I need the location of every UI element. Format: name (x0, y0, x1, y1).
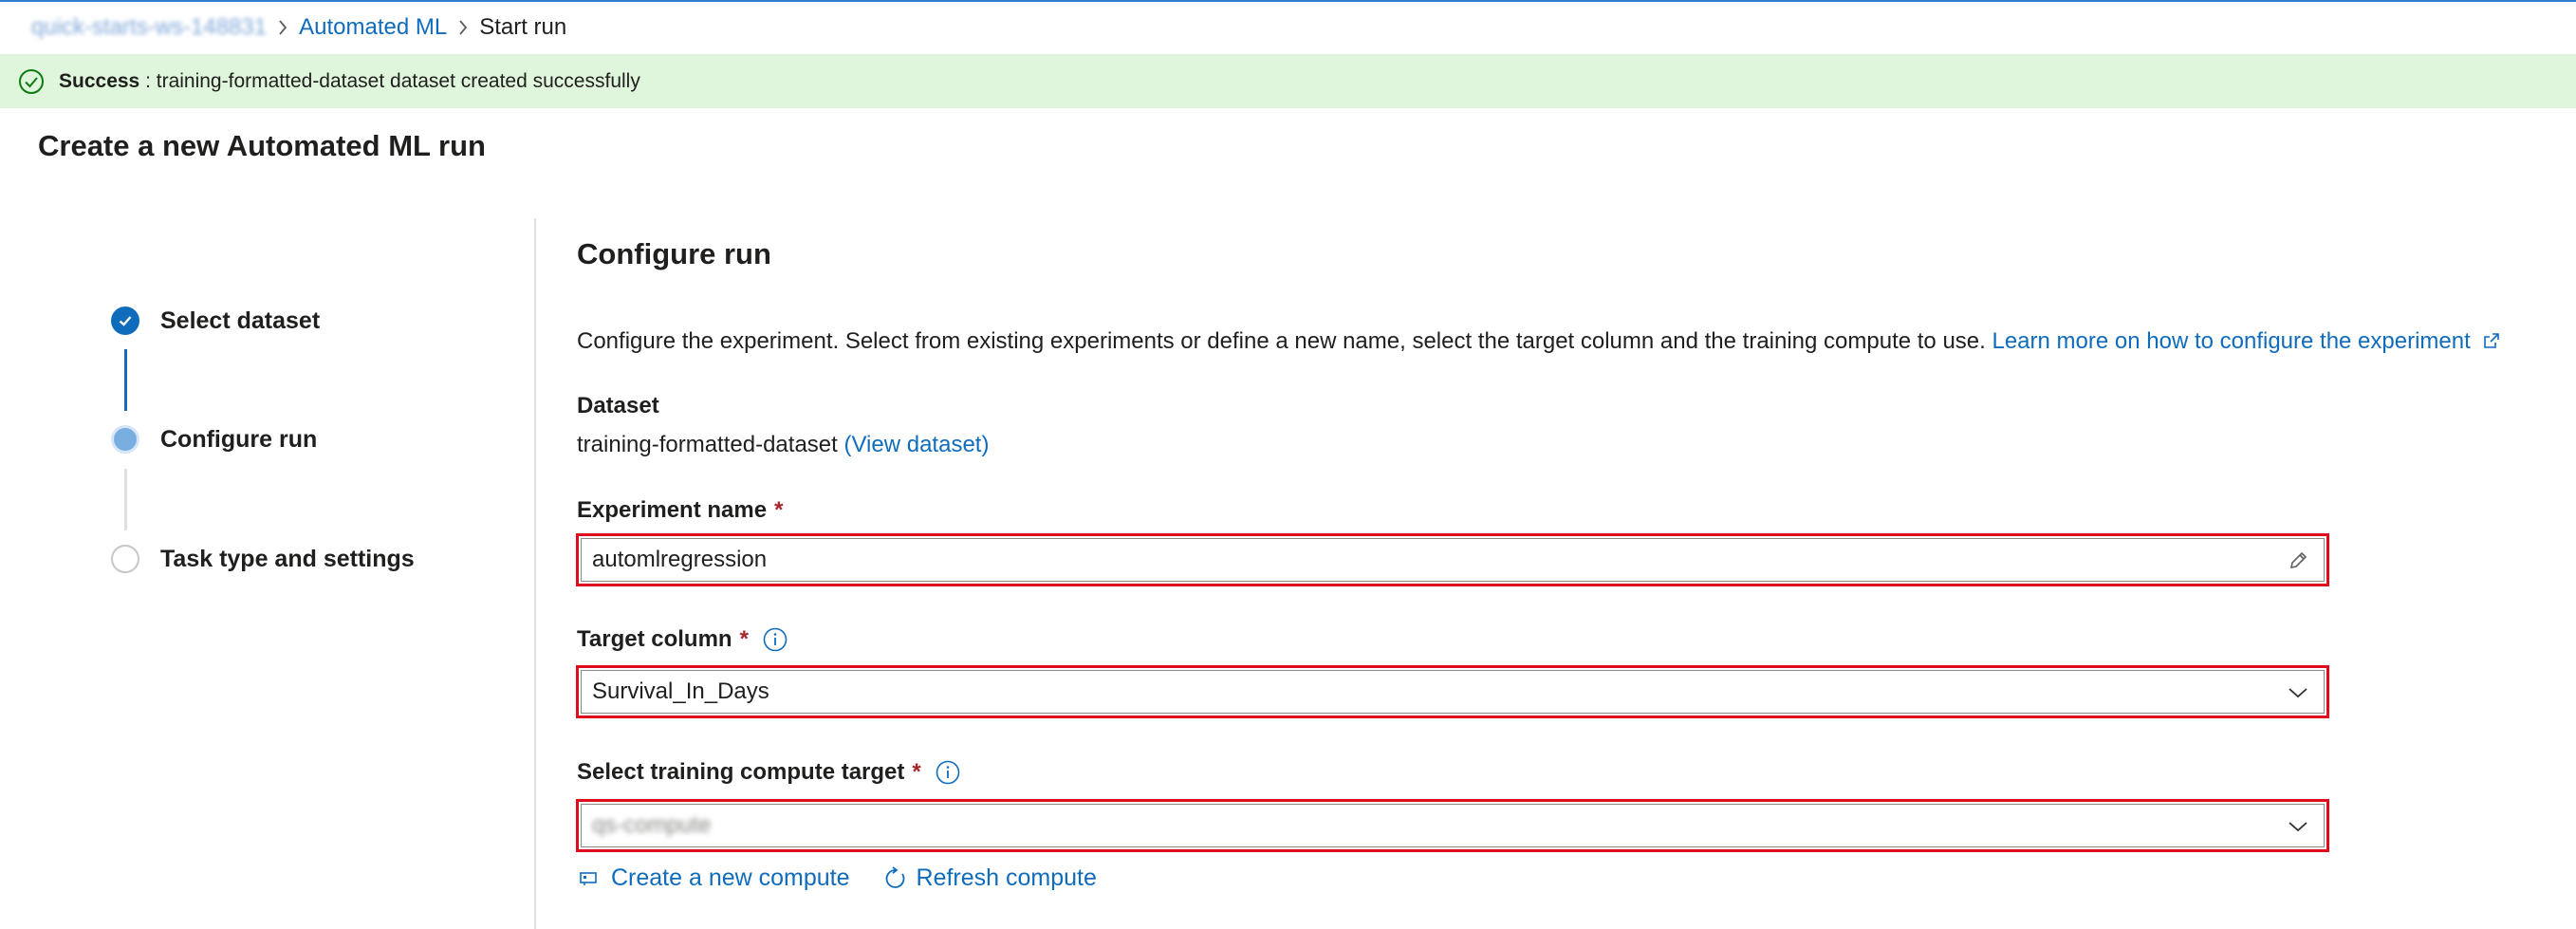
refresh-icon (882, 865, 909, 892)
success-title: Success (59, 69, 140, 92)
page-title: Create a new Automated ML run (38, 129, 486, 162)
compute-icon (577, 865, 603, 892)
target-column-dropdown[interactable]: Survival_In_Days (576, 665, 2329, 718)
target-column-label: Target column * (577, 626, 788, 653)
dataset-value: training-formatted-dataset (View dataset… (577, 432, 989, 458)
step-task-type[interactable]: Task type and settings (111, 545, 415, 573)
compute-actions: Create a new compute Refresh compute (577, 864, 1097, 892)
dataset-label: Dataset (577, 393, 659, 418)
chevron-down-icon (2287, 815, 2309, 838)
panel-divider (534, 218, 536, 929)
description-text: Configure the experiment. Select from ex… (577, 328, 1986, 354)
compute-target-label: Select training compute target * (577, 759, 961, 786)
target-column-value: Survival_In_Days (592, 678, 769, 704)
step-label: Configure run (160, 425, 318, 453)
current-step-icon (111, 425, 139, 454)
dataset-name: training-formatted-dataset (577, 432, 838, 457)
description: Configure the experiment. Select from ex… (577, 328, 2501, 355)
top-accent-line (0, 0, 2576, 2)
required-marker: * (912, 759, 921, 785)
external-link-icon (2484, 333, 2500, 348)
success-message: Success : training-formatted-dataset dat… (59, 70, 640, 93)
view-dataset-link[interactable]: (View dataset) (843, 432, 989, 457)
breadcrumb-current: Start run (479, 14, 567, 40)
pending-step-icon (111, 545, 139, 573)
success-detail: : training-formatted-dataset dataset cre… (139, 69, 640, 92)
step-label: Select dataset (160, 307, 321, 334)
learn-more-link[interactable]: Learn more on how to configure the exper… (1992, 328, 2501, 354)
info-icon[interactable] (762, 626, 788, 653)
chevron-right-icon (267, 13, 299, 42)
section-title: Configure run (577, 237, 771, 270)
step-configure-run[interactable]: Configure run (111, 425, 317, 454)
chevron-down-icon (2287, 681, 2309, 704)
check-icon (111, 307, 139, 335)
required-marker: * (774, 497, 784, 523)
breadcrumb: quick-starts-ws-148831 Automated ML Star… (31, 13, 566, 42)
refresh-compute-link[interactable]: Refresh compute (882, 864, 1097, 892)
check-circle-icon (17, 67, 46, 96)
compute-target-dropdown[interactable]: qs-compute (576, 799, 2329, 852)
experiment-name-label: Experiment name * (577, 497, 784, 523)
breadcrumb-automated-ml[interactable]: Automated ML (299, 14, 447, 41)
info-icon[interactable] (935, 759, 961, 786)
compute-target-value: qs-compute (592, 812, 712, 838)
edit-icon[interactable] (2287, 549, 2309, 572)
breadcrumb-workspace[interactable]: quick-starts-ws-148831 (31, 14, 267, 41)
create-compute-link[interactable]: Create a new compute (577, 864, 850, 892)
step-connector (124, 349, 127, 411)
step-select-dataset[interactable]: Select dataset (111, 307, 320, 335)
chevron-right-icon (447, 13, 479, 42)
step-connector (124, 469, 127, 530)
experiment-name-input[interactable]: automlregression (576, 533, 2329, 586)
step-label: Task type and settings (160, 545, 415, 572)
required-marker: * (739, 626, 749, 652)
success-banner: Success : training-formatted-dataset dat… (0, 54, 2576, 108)
experiment-name-value: automlregression (592, 547, 768, 572)
